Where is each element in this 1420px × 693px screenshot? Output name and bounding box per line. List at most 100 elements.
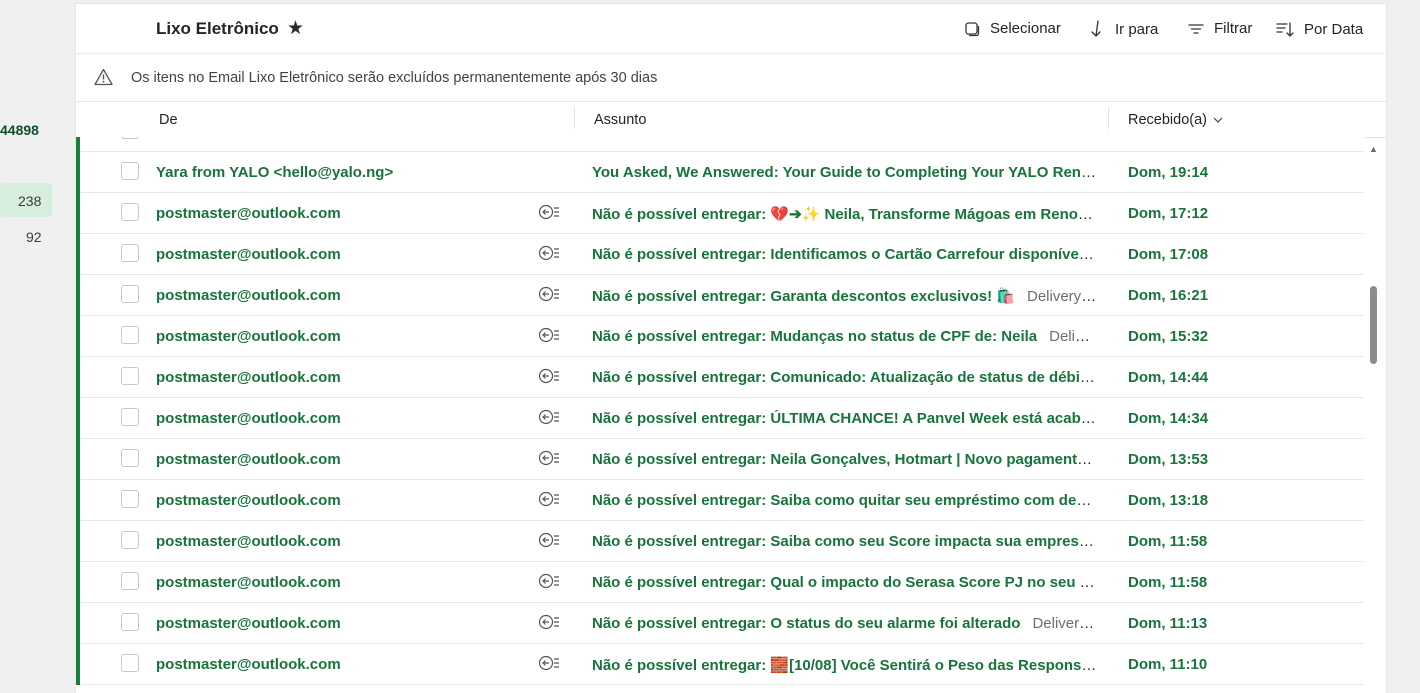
unread-indicator [76, 316, 80, 357]
scrollbar[interactable] [1364, 140, 1386, 693]
unread-indicator [76, 398, 80, 439]
message-date: Dom, 17:08 [1128, 246, 1209, 263]
unread-indicator [76, 357, 80, 398]
row-checkbox[interactable] [121, 408, 139, 426]
row-checkbox[interactable] [121, 531, 139, 549]
message-row-partial[interactable] [76, 137, 1364, 152]
row-checkbox[interactable] [121, 449, 139, 467]
message-date: Dom, 13:53 [1128, 451, 1209, 468]
column-divider[interactable] [574, 107, 575, 129]
warning-icon [94, 68, 113, 86]
forwarded-icon [538, 368, 560, 389]
forwarded-icon [538, 532, 560, 553]
arrow-down-icon [1091, 20, 1101, 37]
unread-indicator [76, 152, 80, 193]
message-row[interactable]: postmaster@outlook.com Não é possível ent… [76, 439, 1364, 480]
unread-indicator [76, 193, 80, 234]
row-checkbox[interactable] [121, 285, 139, 303]
message-row[interactable]: postmaster@outlook.com Não é possível ent… [76, 234, 1364, 275]
column-from[interactable]: De [159, 112, 178, 128]
notice-text: Os itens no Email Lixo Eletrônico serão … [131, 70, 658, 86]
message-subject-text: Não é possível entregar: Saiba como quit… [592, 492, 1097, 509]
message-subject-text: Não é possível entregar: O status do seu… [592, 615, 1021, 632]
message-subject: Não é possível entregar: Qual o impacto … [592, 574, 1097, 591]
message-sender: postmaster@outlook.com [156, 205, 341, 222]
message-subject-text: Não é possível entregar: Garanta descont… [592, 288, 1015, 305]
folder-title: Lixo Eletrônico [156, 19, 279, 38]
message-row[interactable]: postmaster@outlook.com Não é possível ent… [76, 193, 1364, 234]
message-date: Dom, 11:58 [1128, 574, 1208, 591]
message-subject-text: Não é possível entregar: Comunicado: Atu… [592, 369, 1097, 386]
message-sender: postmaster@outlook.com [156, 451, 341, 468]
message-row[interactable]: Yara from YALO <hello@yalo.ng> You Asked,… [76, 152, 1364, 193]
message-preview: Delivery has failed [1032, 615, 1097, 632]
message-subject-text: Não é possível entregar: Neila Gonçalves… [592, 451, 1097, 468]
forwarded-icon [538, 286, 560, 307]
unread-indicator [76, 562, 80, 603]
favorite-star-icon[interactable]: ★ [287, 17, 304, 40]
message-row[interactable]: postmaster@outlook.com Não é possível ent… [76, 603, 1364, 644]
row-checkbox[interactable] [121, 572, 139, 590]
message-date: Dom, 19:14 [1128, 164, 1209, 181]
row-checkbox[interactable] [121, 162, 139, 180]
forwarded-icon [538, 450, 560, 471]
message-sender: postmaster@outlook.com [156, 287, 341, 304]
message-date: Dom, 15:32 [1128, 328, 1209, 345]
chevron-down-icon[interactable] [1213, 117, 1223, 124]
message-subject: Não é possível entregar: 🧱[10/08] Você S… [592, 656, 1097, 674]
row-checkbox[interactable] [121, 654, 139, 672]
forwarded-icon [538, 409, 560, 430]
message-row[interactable]: postmaster@outlook.com Não é possível ent… [76, 480, 1364, 521]
goto-label: Ir para [1115, 20, 1159, 38]
folder-pane: 44898 238 92 [0, 0, 74, 692]
message-row[interactable]: postmaster@outlook.com Não é possível ent… [76, 562, 1364, 603]
message-date: Dom, 16:21 [1128, 287, 1209, 304]
message-subject: Não é possível entregar: 💔➔✨ Neila, Tran… [592, 205, 1097, 223]
message-sender: postmaster@outlook.com [156, 574, 341, 591]
message-list: Yara from YALO <hello@yalo.ng> You Asked,… [76, 137, 1364, 693]
message-subject-text: Não é possível entregar: ÚLTIMA CHANCE! … [592, 410, 1097, 427]
message-row[interactable]: postmaster@outlook.com Não é possível ent… [76, 644, 1364, 685]
message-row[interactable]: postmaster@outlook.com Não é possível ent… [76, 275, 1364, 316]
scrollbar-thumb[interactable] [1370, 286, 1377, 364]
row-checkbox[interactable] [121, 326, 139, 344]
message-sender: postmaster@outlook.com [156, 533, 341, 550]
message-date: Dom, 11:58 [1128, 533, 1208, 550]
message-row[interactable]: postmaster@outlook.com Não é possível ent… [76, 316, 1364, 357]
select-button[interactable]: Selecionar [964, 20, 1061, 37]
goto-button[interactable]: Ir para [1089, 20, 1158, 38]
message-date: Dom, 17:12 [1128, 205, 1209, 222]
message-sender: postmaster@outlook.com [156, 492, 341, 509]
scroll-up-icon[interactable]: ▲ [1369, 144, 1378, 154]
column-subject[interactable]: Assunto [594, 112, 646, 128]
unread-indicator [76, 603, 80, 644]
sort-icon [1276, 22, 1294, 37]
folder-count-selected: 238 [18, 193, 42, 209]
message-subject-text: You Asked, We Answered: Your Guide to Co… [592, 164, 1097, 181]
sort-button[interactable]: Por Data [1276, 20, 1363, 38]
column-received[interactable]: Recebido(a) [1128, 112, 1207, 128]
column-divider[interactable] [1108, 107, 1109, 129]
row-checkbox[interactable] [121, 244, 139, 262]
message-preview: Delivery has failed [1027, 288, 1097, 305]
message-subject: Não é possível entregar: Saiba como seu … [592, 533, 1097, 550]
row-checkbox[interactable] [121, 137, 139, 139]
forwarded-icon [538, 491, 560, 512]
filter-button[interactable]: Filtrar [1188, 20, 1252, 37]
message-date: Dom, 14:34 [1128, 410, 1209, 427]
unread-indicator [76, 521, 80, 562]
row-checkbox[interactable] [121, 203, 139, 221]
message-row[interactable]: postmaster@outlook.com Não é possível ent… [76, 357, 1364, 398]
row-checkbox[interactable] [121, 367, 139, 385]
message-row[interactable]: postmaster@outlook.com Não é possível ent… [76, 398, 1364, 439]
message-subject: Não é possível entregar: Identificamos o… [592, 246, 1097, 263]
unread-indicator [76, 644, 80, 685]
message-sender: postmaster@outlook.com [156, 410, 341, 427]
row-checkbox[interactable] [121, 613, 139, 631]
message-subject-text: Não é possível entregar: Qual o impacto … [592, 574, 1097, 591]
junk-notice: Os itens no Email Lixo Eletrônico serão … [76, 54, 1386, 102]
message-preview: Delivery has failed [1049, 328, 1097, 345]
message-row[interactable]: postmaster@outlook.com Não é possível ent… [76, 521, 1364, 562]
row-checkbox[interactable] [121, 490, 139, 508]
unread-indicator [76, 480, 80, 521]
